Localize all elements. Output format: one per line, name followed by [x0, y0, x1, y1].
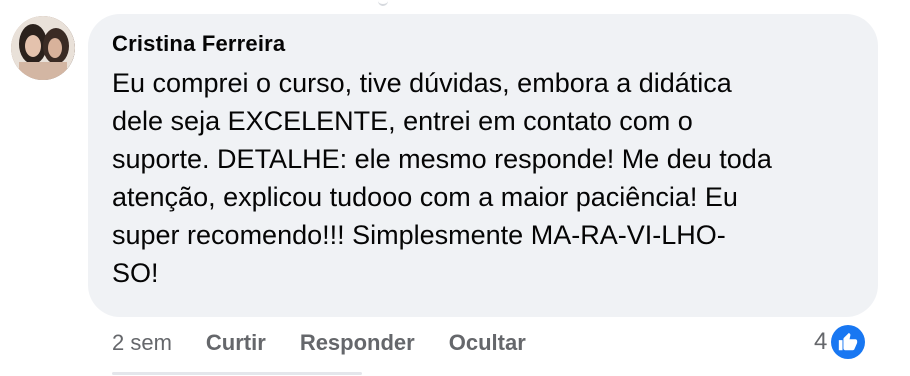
reaction-count: 4 — [814, 328, 828, 355]
comment-actions-bar: 2 sem Curtir Responder Ocultar — [112, 328, 526, 358]
hide-button[interactable]: Ocultar — [449, 330, 526, 356]
avatar[interactable] — [11, 16, 75, 80]
like-icon — [831, 325, 866, 359]
comment-timestamp[interactable]: 2 sem — [112, 330, 172, 356]
comment-view: Cristina Ferreira Eu comprei o curso, ti… — [0, 0, 910, 376]
like-button[interactable]: Curtir — [206, 330, 266, 356]
reply-button[interactable]: Responder — [300, 330, 415, 356]
reaction-summary[interactable]: 4 — [814, 324, 866, 360]
comment-body-text: Eu comprei o curso, tive dúvidas, embora… — [112, 68, 772, 288]
comment-bubble: Cristina Ferreira Eu comprei o curso, ti… — [88, 14, 878, 317]
comment-author-name[interactable]: Cristina Ferreira — [112, 31, 285, 57]
avatar-photo-icon — [11, 16, 75, 80]
previous-comment-connector — [378, 0, 388, 6]
reply-thread-divider — [112, 372, 362, 375]
